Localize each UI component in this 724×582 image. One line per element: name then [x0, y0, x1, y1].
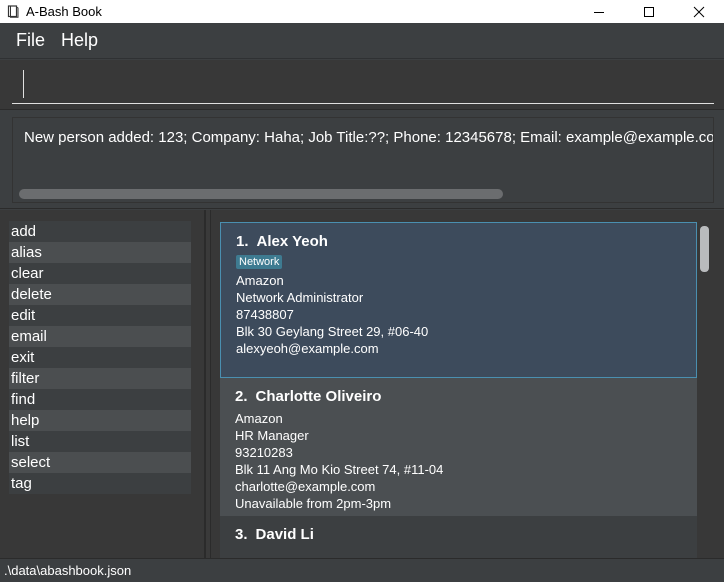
person-field: charlotte@example.com: [235, 479, 376, 494]
result-display-area: New person added: 123; Company: Haha; Jo…: [0, 111, 724, 209]
menu-file[interactable]: File: [8, 30, 53, 51]
maximize-button[interactable]: [624, 0, 674, 23]
person-card[interactable]: 2. Charlotte Oliveiro Amazon HR Manager 9321…: [220, 378, 697, 516]
maximize-icon: [644, 6, 654, 17]
save-location: .\data\abashbook.json: [4, 563, 132, 578]
command-item[interactable]: select: [9, 452, 191, 473]
person-field: alexyeoh@example.com: [236, 341, 379, 356]
person-name-text: David Li: [255, 526, 314, 543]
person-field: Network Administrator: [236, 290, 364, 305]
person-field: Blk 11 Ang Mo Kio Street 74, #11-04: [235, 462, 444, 477]
person-field: 87438807: [236, 307, 294, 322]
command-item[interactable]: list: [9, 431, 191, 452]
menu-help[interactable]: Help: [53, 30, 106, 51]
person-name: 3. David Li: [235, 526, 697, 544]
command-item[interactable]: alias: [9, 242, 191, 263]
person-name-text: Alex Yeoh: [256, 233, 328, 250]
command-list: add alias clear delete edit email exit filter fi…: [0, 210, 205, 558]
person-field: Amazon: [235, 411, 283, 426]
command-item[interactable]: edit: [9, 305, 191, 326]
person-field: Unavailable from 2pm-3pm: [235, 496, 392, 511]
command-item[interactable]: find: [9, 389, 191, 410]
person-field: HR Manager: [235, 428, 309, 443]
vertical-scrollbar[interactable]: [700, 226, 709, 272]
command-item[interactable]: email: [9, 326, 191, 347]
person-list: 1. Alex Yeoh Network Amazon Network Administ…: [212, 210, 724, 558]
command-input[interactable]: [12, 68, 714, 104]
result-display[interactable]: New person added: 123; Company: Haha; Jo…: [12, 117, 714, 203]
person-tag: Network: [236, 255, 283, 269]
person-index: 1.: [236, 233, 249, 250]
app-book-icon: [6, 5, 20, 19]
person-name: 1. Alex Yeoh: [236, 233, 696, 251]
window-title: A-Bash Book: [26, 4, 102, 19]
command-item[interactable]: delete: [9, 284, 191, 305]
person-field: 93210283: [235, 445, 293, 460]
person-index: 2.: [235, 388, 248, 405]
close-button[interactable]: [674, 0, 724, 23]
app-window: A-Bash Book File Help New person added: …: [0, 0, 724, 582]
command-item[interactable]: tag: [9, 473, 191, 494]
split-divider[interactable]: [205, 210, 211, 558]
status-bar: .\data\abashbook.json: [0, 558, 724, 582]
command-item[interactable]: clear: [9, 263, 191, 284]
command-item[interactable]: filter: [9, 368, 191, 389]
horizontal-scrollbar[interactable]: [19, 189, 503, 199]
close-icon: [693, 6, 705, 17]
person-card[interactable]: 1. Alex Yeoh Network Amazon Network Administ…: [220, 222, 697, 378]
main-panel: add alias clear delete edit email exit filter fi…: [0, 210, 724, 558]
minimize-icon: [594, 11, 604, 13]
command-box-area: [0, 60, 724, 110]
result-message: New person added: 123; Company: Haha; Jo…: [24, 129, 714, 146]
title-bar: A-Bash Book: [0, 0, 724, 23]
person-field: Amazon: [236, 273, 284, 288]
command-item[interactable]: help: [9, 410, 191, 431]
person-card[interactable]: 3. David Li: [220, 516, 697, 558]
person-name: 2. Charlotte Oliveiro: [235, 388, 697, 406]
command-item[interactable]: exit: [9, 347, 191, 368]
text-caret: [23, 70, 24, 98]
person-field: Blk 30 Geylang Street 29, #06-40: [236, 324, 429, 339]
menu-bar: File Help: [0, 23, 724, 59]
command-item[interactable]: add: [9, 221, 191, 242]
person-index: 3.: [235, 526, 248, 543]
minimize-button[interactable]: [574, 0, 624, 23]
window-controls: [574, 0, 724, 23]
person-name-text: Charlotte Oliveiro: [255, 388, 382, 405]
